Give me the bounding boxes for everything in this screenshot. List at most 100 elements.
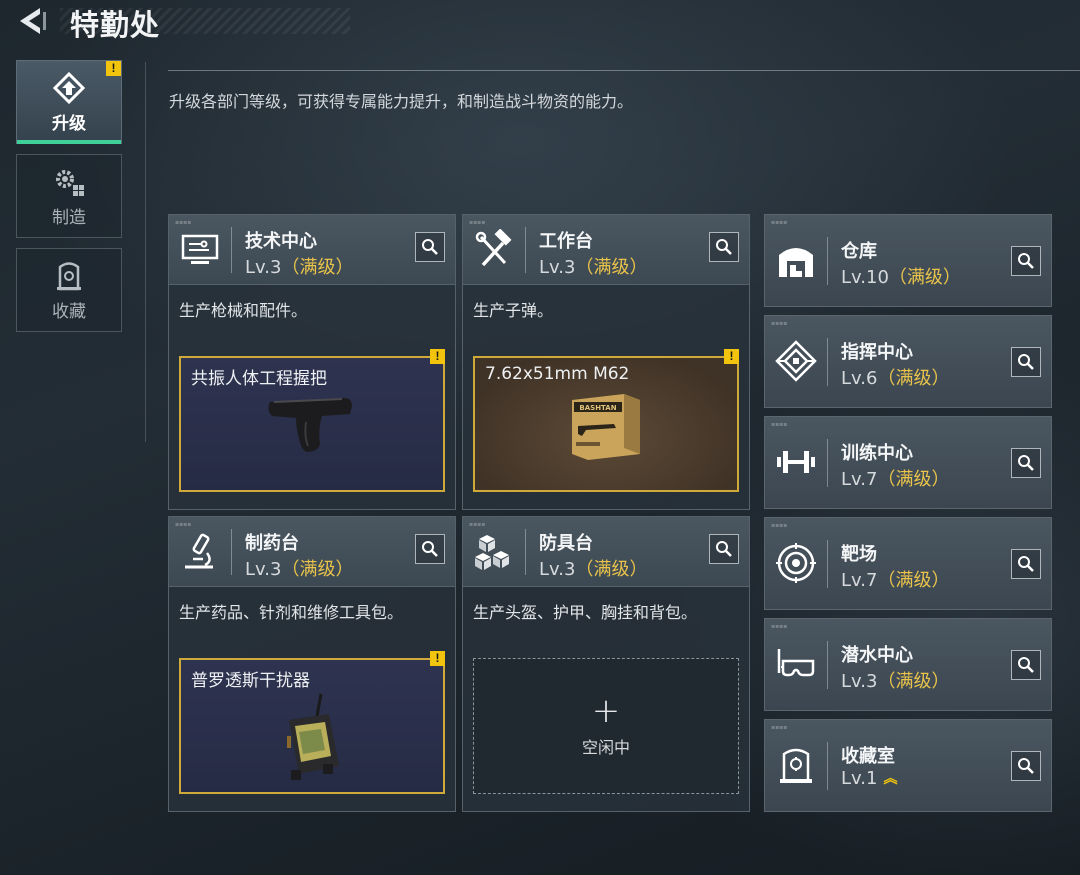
- facility-level: Lv.3（满级）: [841, 671, 950, 692]
- card-header: ▪▪▪▪ 防具台 Lv.3（满级）: [463, 517, 749, 587]
- inspect-button[interactable]: [415, 232, 445, 262]
- facility-description: 生产子弹。: [473, 301, 554, 320]
- facility-card-pharmacy[interactable]: ▪▪▪▪ 制药台 Lv.3（满级） 生产药品、针剂和维修工具包。 普罗透斯干扰器…: [168, 516, 456, 812]
- search-icon: [1018, 657, 1034, 673]
- diving-mask-icon: [777, 649, 815, 677]
- upgrade-icon: [52, 71, 86, 104]
- warning-badge: !: [430, 349, 445, 364]
- search-icon: [716, 541, 732, 557]
- ammo-box-label: BASHTAN: [579, 404, 616, 412]
- inspect-button[interactable]: [709, 534, 739, 564]
- search-icon: [1018, 758, 1034, 774]
- tab-manufacture[interactable]: 制造: [16, 154, 122, 238]
- facility-row-diving-center[interactable]: ▪▪▪▪ 潜水中心 Lv.3（满级）: [764, 618, 1052, 711]
- search-icon: [1018, 354, 1034, 370]
- inspect-button[interactable]: [415, 534, 445, 564]
- facility-level: Lv.3（满级）: [539, 559, 648, 580]
- production-slot[interactable]: 普罗透斯干扰器 !: [179, 651, 445, 794]
- back-arrow-icon: [20, 8, 46, 34]
- collection-icon: [57, 261, 81, 290]
- collection-room-icon: [780, 748, 812, 783]
- tab-upgrade[interactable]: ! 升级: [16, 60, 122, 144]
- back-button[interactable]: [16, 4, 50, 38]
- sidebar: ! 升级 制造 收藏: [16, 60, 124, 342]
- cubes-icon: [475, 535, 509, 570]
- facility-row-shooting-range[interactable]: ▪▪▪▪ 靶场 Lv.7（满级）: [764, 517, 1052, 610]
- upgrade-available-icon: ︽: [883, 771, 898, 787]
- target-icon: [776, 543, 816, 583]
- inspect-button[interactable]: [1011, 246, 1041, 276]
- tab-collection[interactable]: 收藏: [16, 248, 122, 332]
- page-title: 特勤处: [70, 8, 161, 42]
- facility-name: 潜水中心: [841, 645, 913, 666]
- tab-label: 收藏: [52, 301, 86, 322]
- facility-level: Lv.3（满级）: [245, 559, 354, 580]
- card-header: ▪▪▪▪ 技术中心 Lv.3（满级）: [169, 215, 455, 285]
- hammer-wrench-icon: [475, 229, 512, 267]
- facility-card-armor-bench[interactable]: ▪▪▪▪ 防具台 Lv.3（满级） 生产头盔、护甲、胸挂和背包。 + 空闲中: [462, 516, 750, 812]
- ammo-box-item-image: BASHTAN: [572, 394, 640, 460]
- monitor-icon: [181, 234, 219, 264]
- gears-icon: [56, 169, 84, 196]
- dumbbell-icon: [777, 451, 815, 473]
- search-icon: [422, 239, 438, 255]
- tab-label: 升级: [52, 113, 86, 134]
- warehouse-icon: [779, 248, 813, 277]
- product-name: 普罗透斯干扰器: [191, 671, 310, 691]
- facility-name: 工作台: [539, 231, 593, 252]
- header-divider: [168, 70, 1080, 71]
- facility-row-collection-room[interactable]: ▪▪▪▪ 收藏室 Lv.1 ︽: [764, 719, 1052, 812]
- tab-label: 制造: [52, 207, 86, 228]
- facility-name: 制药台: [245, 533, 299, 554]
- facility-level: Lv.7（满级）: [841, 570, 950, 591]
- production-slot[interactable]: 共振人体工程握把 !: [179, 349, 445, 492]
- facility-level: Lv.3（满级）: [245, 257, 354, 278]
- inspect-button[interactable]: [1011, 751, 1041, 781]
- facility-name: 收藏室: [841, 746, 895, 767]
- facility-level: Lv.6（满级）: [841, 368, 950, 389]
- search-icon: [1018, 455, 1034, 471]
- inspect-button[interactable]: [1011, 549, 1041, 579]
- facility-card-workbench[interactable]: ▪▪▪▪ 工作台 Lv.3（满级） 生产子弹。 7.62x51mm M62 ! …: [462, 214, 750, 510]
- facility-card-tech-center[interactable]: ▪▪▪▪ 技术中心 Lv.3（满级） 生产枪械和配件。 共振人体工程握把 !: [168, 214, 456, 510]
- idle-label: 空闲中: [581, 738, 630, 757]
- facility-name: 技术中心: [245, 231, 317, 252]
- header: 特勤处: [0, 0, 360, 44]
- page-description: 升级各部门等级，可获得专属能力提升，和制造战斗物资的能力。: [169, 92, 634, 111]
- facility-name: 仓库: [841, 241, 877, 262]
- search-icon: [716, 239, 732, 255]
- facility-name: 指挥中心: [841, 342, 913, 363]
- facility-name: 防具台: [539, 533, 593, 554]
- jammer-device-item-image: [287, 693, 339, 780]
- add-icon: +: [591, 691, 621, 731]
- card-header: ▪▪▪▪ 制药台 Lv.3（满级）: [169, 517, 455, 587]
- warning-badge: !: [430, 651, 445, 666]
- search-icon: [1018, 253, 1034, 269]
- warning-badge: !: [106, 61, 121, 76]
- idle-production-slot[interactable]: + 空闲中: [473, 658, 739, 794]
- facility-row-command-center[interactable]: ▪▪▪▪ 指挥中心 Lv.6（满级）: [764, 315, 1052, 408]
- facility-level: Lv.7（满级）: [841, 469, 950, 490]
- inspect-button[interactable]: [1011, 650, 1041, 680]
- facility-description: 生产枪械和配件。: [179, 301, 308, 320]
- facility-row-training-center[interactable]: ▪▪▪▪ 训练中心 Lv.7（满级）: [764, 416, 1052, 509]
- grip-item-image: [268, 398, 352, 452]
- product-name: 共振人体工程握把: [191, 369, 327, 389]
- product-name: 7.62x51mm M62: [485, 364, 630, 384]
- production-slot[interactable]: 7.62x51mm M62 ! BASHTAN: [473, 349, 739, 492]
- sidebar-divider: [145, 62, 146, 442]
- command-icon: [775, 340, 817, 382]
- facility-description: 生产头盔、护甲、胸挂和背包。: [473, 603, 698, 622]
- inspect-button[interactable]: [1011, 448, 1041, 478]
- facility-level: Lv.3（满级）: [539, 257, 648, 278]
- search-icon: [422, 541, 438, 557]
- inspect-button[interactable]: [1011, 347, 1041, 377]
- microscope-icon: [185, 533, 213, 569]
- facility-name: 靶场: [841, 544, 877, 565]
- card-header: ▪▪▪▪ 工作台 Lv.3（满级）: [463, 215, 749, 285]
- facility-level: Lv.10（满级）: [841, 267, 961, 288]
- facility-name: 训练中心: [841, 443, 913, 464]
- inspect-button[interactable]: [709, 232, 739, 262]
- facility-row-warehouse[interactable]: ▪▪▪▪ 仓库 Lv.10（满级）: [764, 214, 1052, 307]
- search-icon: [1018, 556, 1034, 572]
